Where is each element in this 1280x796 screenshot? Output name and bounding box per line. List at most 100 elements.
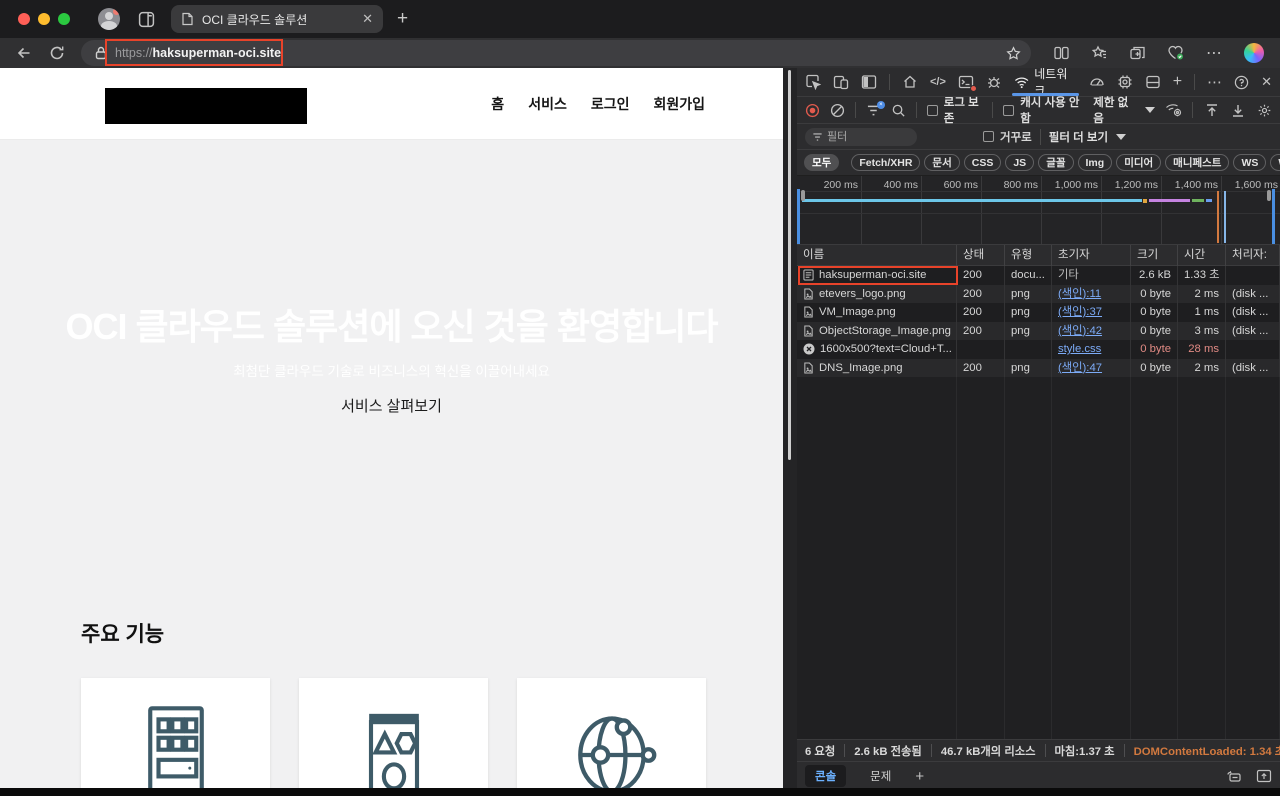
drawer-tab-console[interactable]: 콘솔 bbox=[805, 765, 846, 787]
network-settings-gear-icon[interactable] bbox=[1257, 103, 1272, 118]
nav-item-signup[interactable]: 회원가입 bbox=[653, 94, 705, 114]
table-row[interactable]: DNS_Image.png 200 png (색인):47 0 byte 2 m… bbox=[797, 359, 1280, 378]
feature-card-vm[interactable] bbox=[81, 678, 270, 788]
chip-wasm[interactable]: Wasm bbox=[1270, 154, 1280, 171]
new-tab-button[interactable]: + bbox=[397, 8, 408, 30]
col-name[interactable]: 이름 bbox=[797, 245, 957, 266]
address-bar[interactable]: https://haksuperman-oci.site bbox=[81, 40, 1031, 66]
close-window-button[interactable] bbox=[18, 13, 30, 25]
memory-chip-icon[interactable] bbox=[1117, 74, 1133, 90]
browser-tab[interactable]: OCI 클라우드 솔루션 ✕ bbox=[171, 5, 383, 33]
inspect-element-icon[interactable] bbox=[805, 74, 821, 90]
request-size: 0 byte bbox=[1131, 285, 1178, 304]
more-tabs-icon[interactable]: + bbox=[1173, 73, 1182, 91]
col-fulfilled[interactable]: 처리자: bbox=[1226, 245, 1280, 266]
feature-card-object-storage[interactable] bbox=[299, 678, 488, 788]
chip-manifest[interactable]: 매니페스트 bbox=[1165, 154, 1229, 171]
console-tab-icon[interactable] bbox=[958, 74, 974, 90]
drawer-tab-issues[interactable]: 문제 bbox=[860, 765, 901, 787]
devtools-help-icon[interactable] bbox=[1234, 75, 1249, 90]
request-initiator-link[interactable]: (색인):11 bbox=[1058, 288, 1101, 300]
hero-cta-link[interactable]: 서비스 살펴보기 bbox=[0, 395, 783, 416]
copilot-icon[interactable] bbox=[1244, 43, 1264, 63]
chip-all[interactable]: 모두 bbox=[804, 154, 839, 171]
site-logo-redacted[interactable] bbox=[105, 88, 307, 124]
reload-icon[interactable] bbox=[49, 45, 65, 61]
workspaces-icon[interactable] bbox=[138, 11, 155, 28]
table-row[interactable]: etevers_logo.png 200 png (색인):11 0 byte … bbox=[797, 285, 1280, 304]
chip-fetch-xhr[interactable]: Fetch/XHR bbox=[851, 154, 920, 171]
collections-icon[interactable] bbox=[1129, 45, 1146, 61]
preserve-log-checkbox[interactable]: 로그 보존 bbox=[927, 94, 983, 126]
nav-item-home[interactable]: 홈 bbox=[491, 94, 504, 114]
request-initiator-link[interactable]: (색인):47 bbox=[1058, 362, 1102, 374]
expand-quick-view-icon[interactable] bbox=[1256, 769, 1272, 783]
page-scrollbar-thumb[interactable] bbox=[788, 70, 791, 460]
request-initiator-link[interactable]: style.css bbox=[1058, 343, 1101, 355]
col-type[interactable]: 유형 bbox=[1005, 245, 1052, 266]
request-initiator-link[interactable]: (색인):42 bbox=[1058, 325, 1102, 337]
browser-essentials-icon[interactable] bbox=[1167, 45, 1185, 61]
chip-doc[interactable]: 문서 bbox=[924, 154, 959, 171]
chip-css[interactable]: CSS bbox=[964, 154, 1002, 171]
chip-ws[interactable]: WS bbox=[1233, 154, 1266, 171]
col-initiator[interactable]: 초기자 bbox=[1052, 245, 1131, 266]
tab-close-icon[interactable]: ✕ bbox=[362, 11, 373, 27]
col-time[interactable]: 시간 bbox=[1178, 245, 1226, 266]
export-har-icon[interactable] bbox=[1231, 103, 1245, 118]
welcome-home-icon[interactable] bbox=[902, 74, 918, 90]
col-status[interactable]: 상태 bbox=[957, 245, 1005, 266]
drawer-add-tab-icon[interactable]: + bbox=[915, 768, 924, 785]
favorite-star-icon[interactable] bbox=[1006, 46, 1021, 61]
import-har-icon[interactable] bbox=[1205, 103, 1219, 118]
timeline-left-handle[interactable] bbox=[797, 189, 800, 245]
chip-media[interactable]: 미디어 bbox=[1116, 154, 1161, 171]
device-emulation-icon[interactable] bbox=[833, 74, 849, 90]
devtools-more-menu-icon[interactable]: ⋯ bbox=[1207, 73, 1222, 91]
devtools-close-icon[interactable]: ✕ bbox=[1261, 74, 1272, 90]
elements-tab-icon[interactable]: </> bbox=[930, 76, 946, 88]
timeline-left-nub[interactable] bbox=[801, 190, 805, 201]
table-row-failed[interactable]: 1600x500?text=Cloud+T... style.css 0 byt… bbox=[797, 340, 1280, 359]
table-row[interactable]: haksuperman-oci.site 200 docu... 기타 2.6 … bbox=[797, 266, 1280, 285]
chip-img[interactable]: Img bbox=[1078, 154, 1113, 171]
disable-cache-checkbox-box[interactable] bbox=[1003, 105, 1014, 116]
nav-item-login[interactable]: 로그인 bbox=[591, 94, 630, 114]
record-network-log-icon[interactable] bbox=[805, 103, 820, 118]
network-conditions-icon[interactable] bbox=[1165, 103, 1182, 117]
page-scrollbar[interactable] bbox=[783, 68, 797, 788]
throttling-dropdown[interactable]: 제한 없음 bbox=[1093, 94, 1155, 126]
invert-filter-checkbox[interactable]: 거꾸로 bbox=[983, 129, 1032, 145]
table-row[interactable]: ObjectStorage_Image.png 200 png (색인):42 … bbox=[797, 322, 1280, 341]
feature-card-dns[interactable] bbox=[517, 678, 706, 788]
col-size[interactable]: 크기 bbox=[1131, 245, 1178, 266]
chip-font[interactable]: 글꼴 bbox=[1038, 154, 1073, 171]
layers-icon[interactable] bbox=[1145, 74, 1161, 90]
table-row[interactable]: VM_Image.png 200 png (색인):37 0 byte 1 ms… bbox=[797, 303, 1280, 322]
minimize-window-button[interactable] bbox=[38, 13, 50, 25]
filter-funnel-icon[interactable]: × bbox=[866, 104, 881, 117]
performance-gauge-icon[interactable] bbox=[1089, 74, 1105, 90]
search-icon[interactable] bbox=[891, 103, 906, 118]
split-screen-icon[interactable] bbox=[1053, 45, 1070, 61]
invert-checkbox-box[interactable] bbox=[983, 131, 994, 142]
request-initiator-link[interactable]: (색인):37 bbox=[1058, 306, 1102, 318]
sources-debug-icon[interactable] bbox=[986, 74, 1002, 90]
timeline-right-handle[interactable] bbox=[1272, 189, 1275, 245]
dock-side-icon[interactable] bbox=[861, 74, 877, 90]
profile-avatar[interactable] bbox=[98, 8, 120, 30]
preserve-log-checkbox-box[interactable] bbox=[927, 105, 938, 116]
lock-icon[interactable] bbox=[95, 46, 107, 60]
tab-network[interactable]: 네트워크 bbox=[1014, 68, 1077, 97]
network-timeline-overview[interactable]: 200 ms 400 ms 600 ms 800 ms 1,000 ms 1,2… bbox=[797, 176, 1280, 245]
more-menu-icon[interactable]: ⋯ bbox=[1206, 43, 1223, 63]
back-icon[interactable] bbox=[16, 45, 33, 61]
chip-js[interactable]: JS bbox=[1005, 154, 1034, 171]
clear-activity-icon[interactable] bbox=[1226, 769, 1242, 783]
maximize-window-button[interactable] bbox=[58, 13, 70, 25]
favorites-hub-icon[interactable] bbox=[1091, 45, 1108, 61]
more-filters-dropdown[interactable]: 필터 더 보기 bbox=[1049, 129, 1126, 145]
timeline-right-nub[interactable] bbox=[1267, 190, 1271, 201]
clear-network-log-icon[interactable] bbox=[830, 103, 845, 118]
nav-item-services[interactable]: 서비스 bbox=[528, 94, 567, 114]
